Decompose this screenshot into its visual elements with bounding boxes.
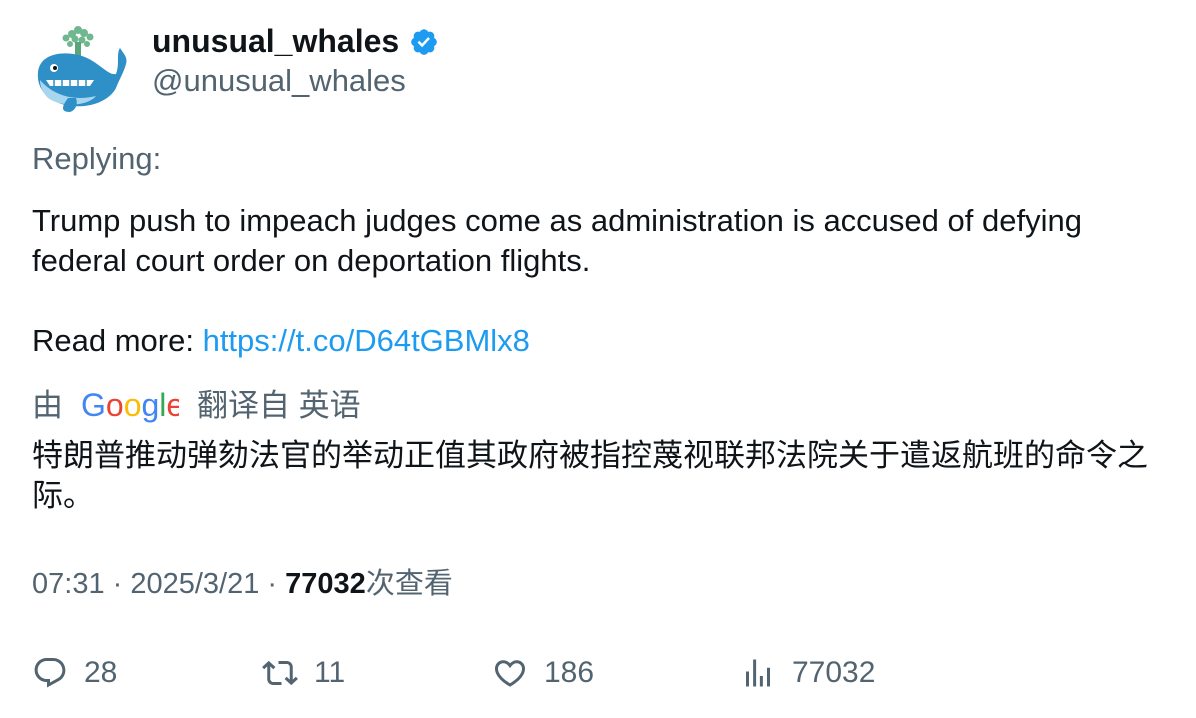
translated-from-label: 翻译自 英语	[197, 388, 361, 423]
tweet-text-line: Trump push to impeach judges come as adm…	[32, 203, 1082, 278]
reply-count: 28	[84, 656, 118, 689]
like-count: 186	[544, 656, 595, 689]
reply-button[interactable]: 28	[32, 648, 117, 698]
tweet-date[interactable]: 2025/3/21	[130, 568, 259, 600]
author-name-text[interactable]: unusual_whales	[152, 22, 399, 60]
heart-icon	[494, 660, 526, 687]
like-button[interactable]: 186	[492, 648, 594, 698]
tweet-time[interactable]: 07:31	[32, 568, 105, 600]
retweet-count: 11	[314, 656, 346, 689]
translated-text: 特朗普推动弹劾法官的举动正值其政府被指控蔑视联邦法院关于遣返航班的命令之际。	[32, 438, 1148, 513]
verified-badge-icon	[411, 29, 437, 55]
views-action-count: 77032	[792, 656, 876, 689]
author-display-name[interactable]: unusual_whales	[152, 22, 439, 60]
translation-attribution[interactable]: 由 Google 翻译自 英语	[32, 386, 361, 426]
read-more-line: Read more: https://t.co/D64tGBMlx8	[32, 321, 1162, 361]
views-button[interactable]: 77032	[740, 648, 875, 698]
meta-separator: ·	[104, 568, 131, 600]
retweet-icon	[262, 660, 298, 686]
tweet-text: Trump push to impeach judges come as adm…	[32, 201, 1162, 361]
svg-text:Google: Google	[81, 388, 179, 423]
read-more-label: Read more:	[32, 323, 203, 358]
tweet-link[interactable]: https://t.co/D64tGBMlx8	[203, 323, 530, 358]
views-count: 77032	[285, 568, 366, 600]
translated-by-label: 由	[32, 388, 63, 423]
meta-separator: ·	[259, 568, 286, 600]
whale-avatar-icon[interactable]	[32, 24, 128, 114]
replying-label: Replying:	[32, 141, 162, 176]
reply-icon	[34, 658, 66, 688]
tweet-meta: 07:31 · 2025/3/21 · 77032次查看	[32, 564, 453, 604]
retweet-button[interactable]: 11	[262, 648, 345, 698]
tweet-card: unusual_whales @unusual_whales Replying:…	[0, 0, 1196, 718]
google-logo-icon: Google	[81, 388, 179, 423]
views-label: 次查看	[365, 568, 453, 600]
action-bar: 28 11 186 77032	[0, 648, 1196, 698]
analytics-bar-chart-icon	[746, 659, 770, 687]
author-handle[interactable]: @unusual_whales	[152, 62, 406, 100]
